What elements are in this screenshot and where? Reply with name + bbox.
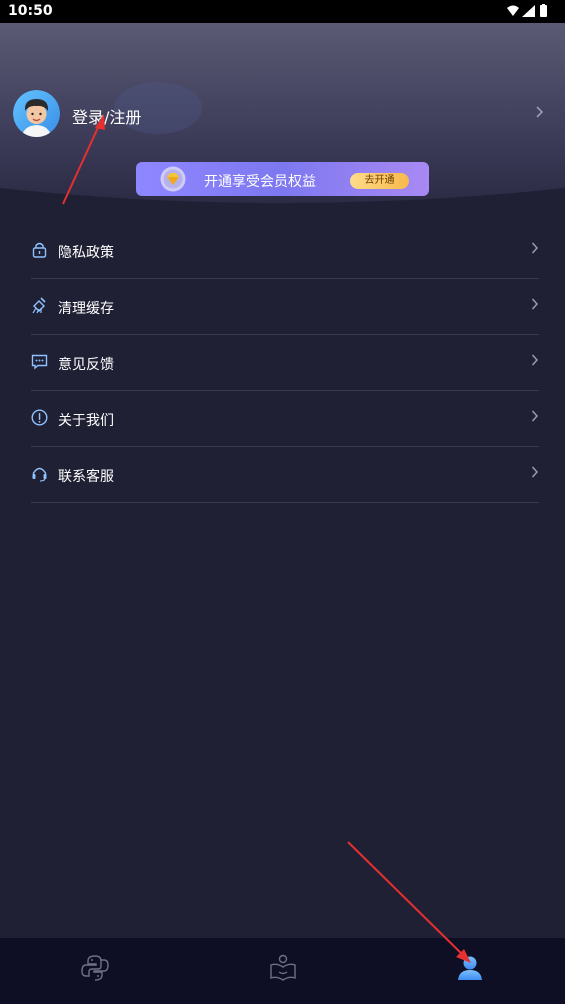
menu-item-about-us[interactable]: 关于我们 [31,391,539,447]
avatar[interactable] [13,90,60,137]
chevron-right-icon [531,410,539,422]
user-icon[interactable] [455,953,485,983]
vip-banner[interactable]: 开通享受会员权益 去开通 [136,162,429,196]
vip-banner-text: 开通享受会员权益 [204,174,316,190]
menu-item-label: 清理缓存 [58,301,114,317]
chevron-right-icon [531,466,539,478]
python-icon[interactable] [80,953,110,983]
menu-item-feedback[interactable]: 意见反馈 [31,335,539,391]
chevron-right-icon [531,354,539,366]
status-icons [507,4,547,17]
menu-item-label: 关于我们 [58,413,114,429]
lock-icon [32,242,47,258]
broom-icon [32,297,46,314]
status-bar: 10:50 [0,0,565,23]
login-register-link[interactable]: 登录/注册 [72,104,141,128]
bottom-tab-bar [0,938,565,1004]
battery-icon [540,5,547,17]
menu-item-clear-cache[interactable]: 清理缓存 [31,279,539,335]
signal-icon [522,5,535,17]
book-reader-icon[interactable] [268,953,298,983]
menu-item-label: 意见反馈 [58,357,114,373]
chevron-right-icon[interactable] [535,102,545,122]
wifi-icon [507,5,519,16]
menu-item-privacy-policy[interactable]: 隐私政策 [31,223,539,279]
settings-menu: 隐私政策 清理缓存 意见反馈 关于我们 联系客服 [31,223,539,503]
info-icon [31,409,48,426]
message-icon [31,354,48,370]
profile-row[interactable]: 登录/注册 [13,90,553,138]
chevron-right-icon [531,298,539,310]
chevron-right-icon [531,242,539,254]
menu-item-label: 隐私政策 [58,245,114,261]
activate-vip-button[interactable]: 去开通 [350,173,409,189]
menu-item-label: 联系客服 [58,469,114,485]
menu-item-contact-support[interactable]: 联系客服 [31,447,539,503]
status-time: 10:50 [8,3,53,19]
headset-icon [32,467,47,482]
diamond-icon [160,166,186,192]
